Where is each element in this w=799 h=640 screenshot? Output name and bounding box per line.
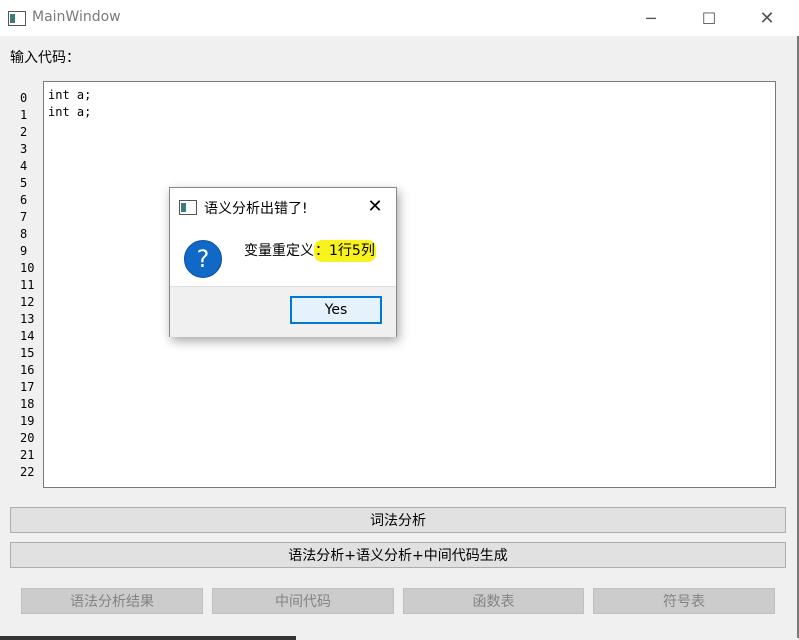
window-title: MainWindow: [32, 9, 121, 25]
line-number: 20: [20, 431, 35, 445]
question-icon: ?: [184, 240, 222, 278]
close-icon[interactable]: ✕: [744, 0, 790, 36]
minimize-icon[interactable]: ─: [628, 0, 674, 36]
line-number: 4: [20, 159, 28, 173]
code-input-label: 输入代码：: [10, 50, 80, 66]
line-number: 5: [20, 176, 28, 190]
line-number: 21: [20, 448, 35, 462]
dialog-message-text: 变量重定义: [244, 243, 314, 259]
app-icon: [8, 11, 26, 26]
line-number-gutter: 0 1 2 3 4 5 6 7 8 9 10 11 12 13 14 15 16 17 18 19 20 21 22: [20, 90, 40, 486]
line-number: 22: [20, 465, 35, 479]
line-number: 13: [20, 312, 35, 326]
error-dialog: 语义分析出错了! ✕ ? 变量重定义：1行5列 Yes: [169, 187, 397, 337]
intermediate-code-button[interactable]: 中间代码: [212, 588, 394, 614]
line-number: 12: [20, 295, 35, 309]
syntax-semantic-button[interactable]: 语法分析+语义分析+中间代码生成: [10, 542, 786, 568]
code-editor[interactable]: int a; int a;: [43, 81, 776, 488]
line-number: 16: [20, 363, 35, 377]
yes-button[interactable]: Yes: [290, 296, 382, 324]
line-number: 7: [20, 210, 28, 224]
line-number: 14: [20, 329, 35, 343]
line-number: 8: [20, 227, 28, 241]
line-number: 15: [20, 346, 35, 360]
syntax-result-button[interactable]: 语法分析结果: [21, 588, 203, 614]
line-number: 11: [20, 278, 35, 292]
line-number: 1: [20, 108, 28, 122]
lexical-analysis-button[interactable]: 词法分析: [10, 507, 786, 533]
editor-code: int a; int a;: [48, 88, 92, 119]
dialog-app-icon: [179, 200, 197, 215]
line-number: 2: [20, 125, 28, 139]
line-number: 19: [20, 414, 35, 428]
line-number: 10: [20, 261, 35, 275]
dialog-footer: Yes: [170, 286, 396, 337]
dialog-message-highlight: ：1行5列: [314, 240, 376, 262]
line-number: 6: [20, 193, 28, 207]
dialog-close-icon[interactable]: ✕: [362, 194, 388, 218]
line-number: 9: [20, 244, 28, 258]
title-bar: MainWindow ─ ☐ ✕: [0, 0, 799, 36]
line-number: 18: [20, 397, 35, 411]
line-number: 3: [20, 142, 28, 156]
function-table-button[interactable]: 函数表: [403, 588, 584, 614]
symbol-table-button[interactable]: 符号表: [593, 588, 775, 614]
maximize-icon[interactable]: ☐: [686, 0, 732, 36]
line-number: 0: [20, 91, 28, 105]
bottom-bar: [0, 636, 296, 640]
line-number: 17: [20, 380, 35, 394]
dialog-message: 变量重定义：1行5列: [244, 240, 376, 262]
dialog-title: 语义分析出错了!: [204, 201, 308, 217]
